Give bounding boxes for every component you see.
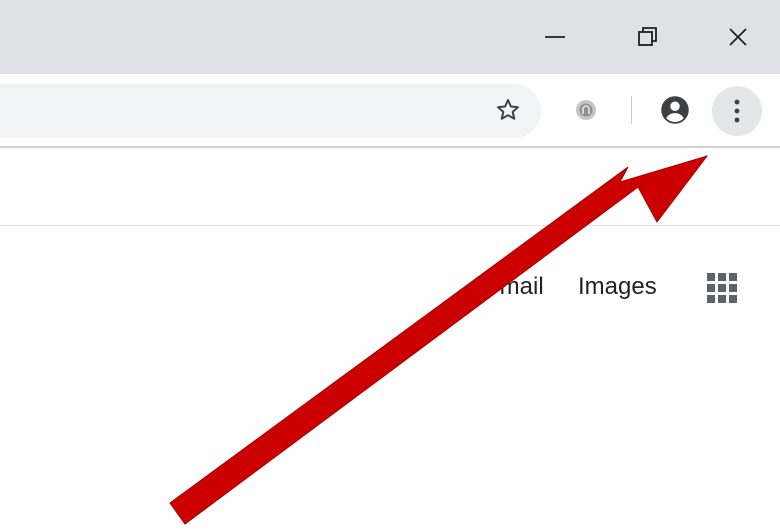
apps-grid-icon [707, 273, 737, 303]
close-button[interactable] [706, 0, 770, 74]
browser-menu-button[interactable] [712, 86, 762, 136]
minimize-icon [545, 36, 565, 38]
restore-button[interactable] [616, 0, 680, 74]
window-titlebar [0, 0, 780, 74]
extension-button[interactable] [567, 91, 605, 129]
extension-icon [576, 100, 596, 120]
profile-button[interactable] [652, 87, 698, 133]
restore-icon [638, 27, 657, 46]
address-bar[interactable] [0, 84, 541, 138]
images-link[interactable]: Images [578, 270, 657, 304]
minimize-button[interactable] [523, 0, 587, 74]
page-header-strip [0, 150, 780, 226]
three-dots-vertical-icon [734, 99, 740, 123]
close-icon [729, 28, 747, 46]
bookmark-button[interactable] [488, 90, 528, 130]
star-icon [497, 99, 519, 120]
browser-toolbar [0, 74, 780, 148]
toolbar-separator [631, 96, 632, 124]
gmail-link[interactable]: Gmail [481, 270, 544, 304]
account-circle-icon [661, 96, 689, 124]
google-apps-button[interactable] [702, 268, 742, 308]
